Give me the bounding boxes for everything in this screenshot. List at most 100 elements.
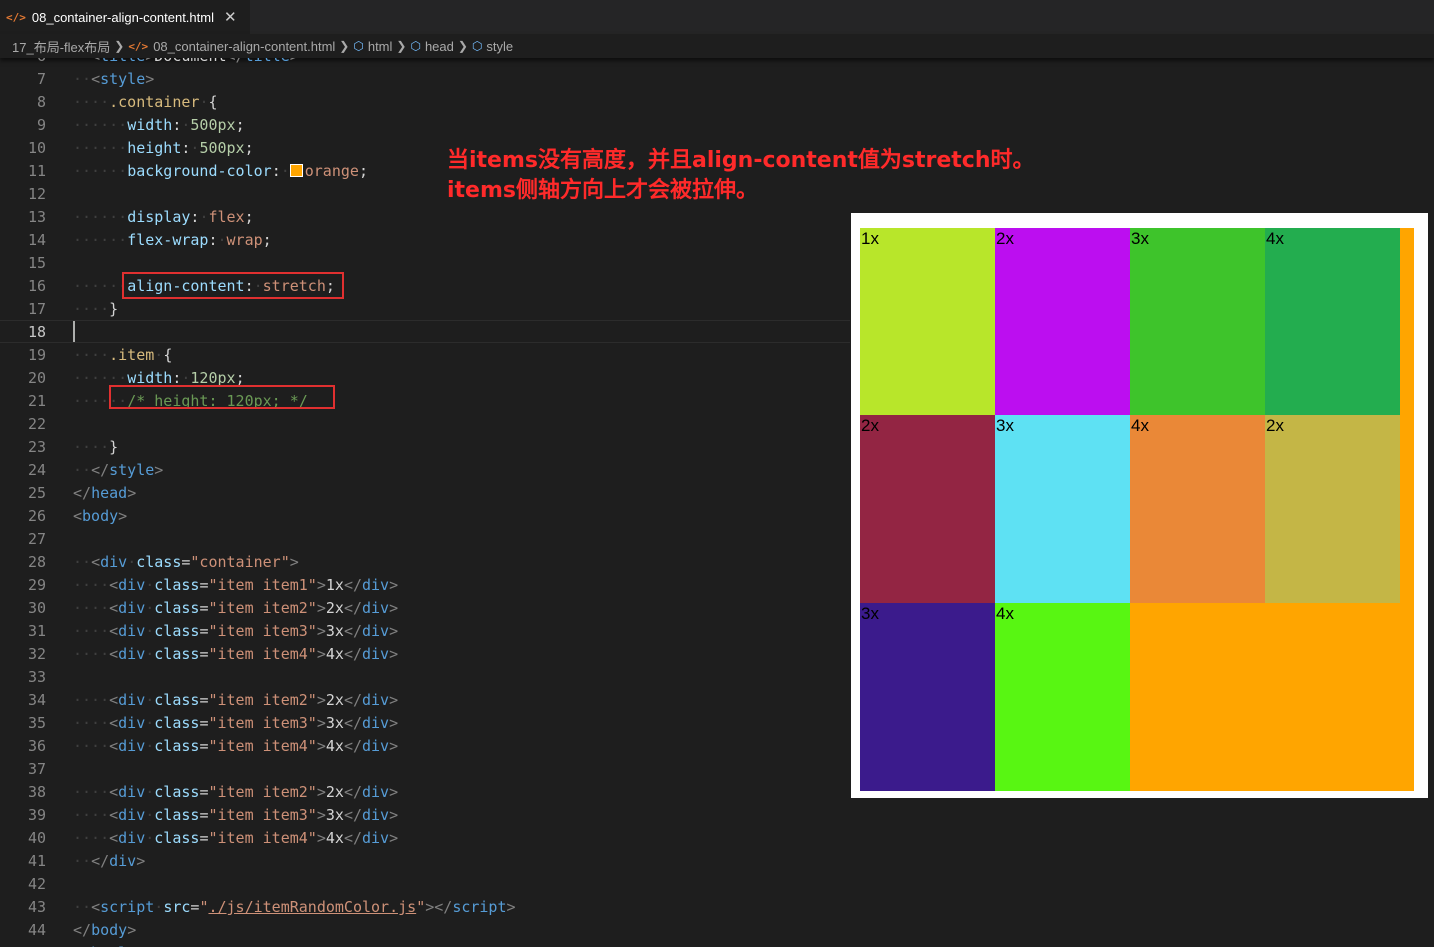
code-line: ····<div·class="item item3">3x</div>: [73, 714, 399, 732]
line-number: 38: [27, 783, 46, 801]
line-number: 14: [27, 231, 46, 249]
breadcrumb-html[interactable]: html: [368, 39, 393, 54]
highlight-box-height-comment: [109, 385, 335, 409]
code-line: ······background-color:· orange;: [73, 162, 368, 180]
line-number: 32: [27, 645, 46, 663]
line-number: 35: [27, 714, 46, 732]
highlight-box-align-content: [122, 272, 344, 299]
line-number: 8: [36, 93, 46, 111]
flex-item: 4x: [1130, 415, 1265, 603]
flex-item: 2x: [995, 228, 1130, 415]
chevron-right-icon: ❯: [457, 39, 468, 53]
flex-item: 3x: [860, 603, 995, 791]
line-number: 18: [27, 323, 46, 341]
line-number: 17: [27, 300, 46, 318]
tab-bar: </> 08_container-align-content.html ✕: [0, 0, 1434, 34]
line-number: 15: [27, 254, 46, 272]
breadcrumb-style[interactable]: style: [486, 39, 513, 54]
code-line: ··<title>Document</title>: [73, 58, 299, 68]
flex-item: 2x: [860, 415, 995, 603]
flex-item: 3x: [1130, 228, 1265, 415]
line-number: 29: [27, 576, 46, 594]
line-number: 19: [27, 346, 46, 364]
line-number: 9: [36, 116, 46, 134]
code-line: ··<div·class="container">: [73, 553, 299, 571]
code-line: ······display:·flex;: [73, 208, 254, 226]
script-src-link[interactable]: ./js/itemRandomColor.js: [208, 898, 416, 916]
code-line: ····<div·class="item item4">4x</div>: [73, 645, 399, 663]
code-line: ··</style>: [73, 461, 164, 479]
flex-item: 4x: [995, 603, 1130, 791]
code-line: ····.container·{: [73, 93, 218, 111]
code-line: <body>: [73, 507, 128, 525]
html-file-icon: </>: [128, 39, 149, 53]
line-number: 20: [27, 369, 46, 387]
symbol-element-icon: ⬡: [410, 39, 421, 53]
line-number: 45: [0, 942, 46, 947]
line-number: 25: [27, 484, 46, 502]
symbol-element-icon: ⬡: [353, 39, 364, 53]
line-number: 28: [27, 553, 46, 571]
breadcrumb-head[interactable]: head: [425, 39, 454, 54]
code-line: ····<div·class="item item3">3x</div>: [73, 622, 399, 640]
line-number: 12: [27, 185, 46, 203]
flex-item: 2x: [1265, 415, 1400, 603]
line-number: 40: [27, 829, 46, 847]
annotation-line-2: items侧轴方向上才会被拉伸。: [447, 178, 758, 203]
code-line: ····<div·class="item item1">1x</div>: [73, 576, 399, 594]
line-number: 39: [27, 806, 46, 824]
line-number: 11: [27, 162, 46, 180]
chevron-right-icon: ❯: [114, 39, 125, 53]
code-line: ··<style>: [73, 70, 155, 88]
flex-item: 1x: [860, 228, 995, 415]
line-number: 24: [27, 461, 46, 479]
code-line: </body>: [73, 921, 137, 939]
breadcrumb-folder[interactable]: 17_布局-flex布局: [12, 37, 110, 56]
code-line: ····}: [73, 438, 119, 456]
annotation-text: 当items没有高度，并且align-content值为stretch时。 it…: [447, 146, 1035, 206]
line-number: 33: [27, 668, 46, 686]
code-line: ······flex-wrap:·wrap;: [73, 231, 272, 249]
annotation-line-1: 当items没有高度，并且align-content值为stretch时。: [447, 148, 1035, 173]
code-line: ····.item·{: [73, 346, 173, 364]
code-line: ····}: [73, 300, 119, 318]
line-number: 36: [27, 737, 46, 755]
line-number: 22: [27, 415, 46, 433]
code-line: ······height:·500px;: [73, 139, 254, 157]
breadcrumb: 17_布局-flex布局 ❯ </> 08_container-align-co…: [0, 34, 1434, 58]
line-number: 27: [27, 530, 46, 548]
line-number: 43: [27, 898, 46, 916]
tab-filename: 08_container-align-content.html: [31, 9, 214, 25]
chevron-right-icon: ❯: [396, 39, 407, 53]
color-swatch[interactable]: [289, 164, 303, 177]
line-number: 23: [27, 438, 46, 456]
line-number: 31: [27, 622, 46, 640]
line-number: 6: [0, 58, 46, 68]
line-number: 30: [27, 599, 46, 617]
line-number: 7: [36, 70, 46, 88]
code-line: ····<div·class="item item4">4x</div>: [73, 829, 399, 847]
code-line: </html>: [73, 942, 136, 947]
editor-tab[interactable]: </> 08_container-align-content.html ✕: [0, 0, 250, 34]
html-file-icon: </>: [6, 10, 26, 24]
line-number: 41: [27, 852, 46, 870]
line-number: 13: [27, 208, 46, 226]
flex-item: 4x: [1265, 228, 1400, 415]
browser-preview: 1x 2x 3x 4x 2x 3x 4x 2x 3x 4x: [851, 213, 1428, 798]
line-number: 34: [27, 691, 46, 709]
flex-container: 1x 2x 3x 4x 2x 3x 4x 2x 3x 4x: [860, 228, 1414, 791]
code-line: ····<div·class="item item2">2x</div>: [73, 691, 399, 709]
breadcrumb-file[interactable]: 08_container-align-content.html: [153, 39, 335, 54]
code-line: ····<div·class="item item2">2x</div>: [73, 599, 399, 617]
line-number: 21: [27, 392, 46, 410]
code-line: ······width:·500px;: [73, 116, 245, 134]
chevron-right-icon: ❯: [339, 39, 350, 53]
line-number: 10: [27, 139, 46, 157]
line-number: 26: [27, 507, 46, 525]
close-icon[interactable]: ✕: [224, 8, 237, 26]
code-line: ····<div·class="item item2">2x</div>: [73, 783, 399, 801]
line-number: 16: [27, 277, 46, 295]
symbol-element-icon: ⬡: [471, 39, 483, 53]
code-line: ····<div·class="item item3">3x</div>: [73, 806, 399, 824]
flex-item: 3x: [995, 415, 1130, 603]
